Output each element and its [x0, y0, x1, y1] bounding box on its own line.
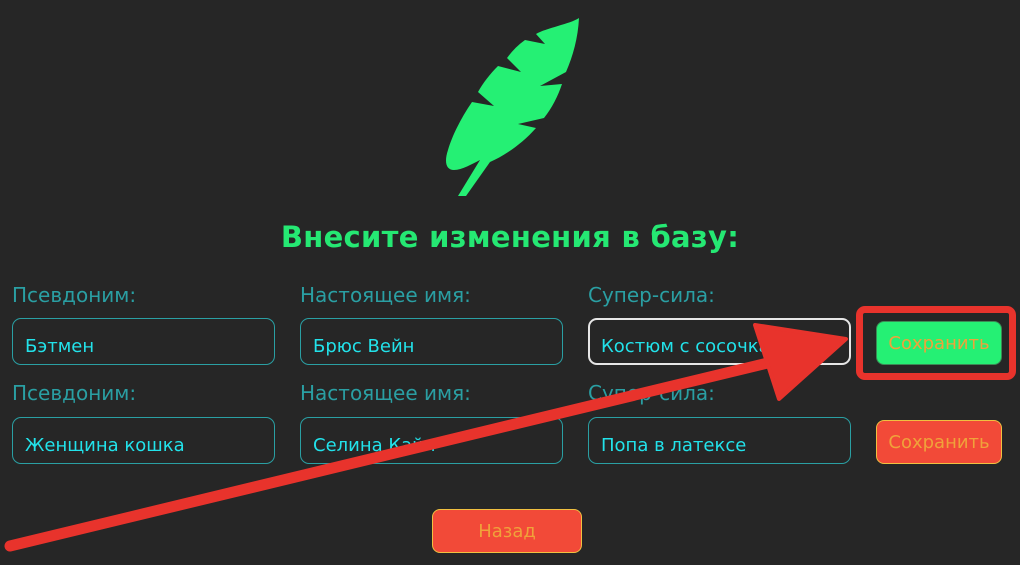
realname-label: Настоящее имя: — [300, 283, 471, 307]
annotation-highlight-box — [856, 306, 1016, 380]
back-button[interactable]: Назад — [432, 509, 582, 553]
save-button[interactable]: Сохранить — [876, 420, 1002, 464]
realname-label: Настоящее имя: — [300, 381, 471, 405]
alias-input[interactable] — [12, 318, 275, 365]
alias-label: Псевдоним: — [12, 283, 137, 307]
alias-label: Псевдоним: — [12, 381, 137, 405]
power-input[interactable] — [588, 318, 851, 365]
leaf-icon — [446, 18, 579, 196]
alias-input[interactable] — [12, 417, 275, 464]
page-title: Внесите изменения в базу: — [280, 220, 740, 254]
power-input[interactable] — [588, 417, 851, 464]
edit-heroes-page: Внесите изменения в базу: Псевдоним: Нас… — [0, 0, 1020, 565]
realname-input[interactable] — [300, 318, 563, 365]
power-label: Супер-сила: — [588, 381, 715, 405]
power-label: Супер-сила: — [588, 283, 715, 307]
realname-input[interactable] — [300, 417, 563, 464]
